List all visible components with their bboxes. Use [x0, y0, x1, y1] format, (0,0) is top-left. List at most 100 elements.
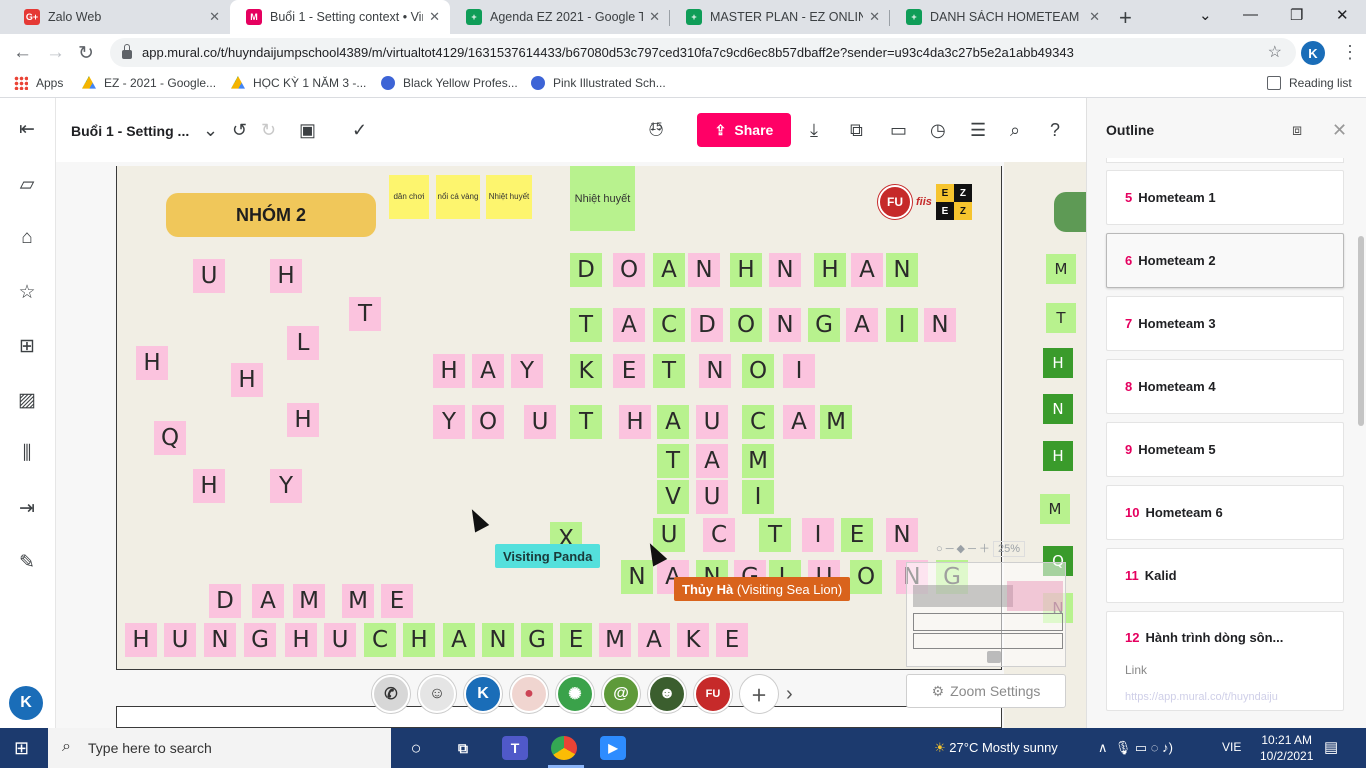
reload-icon[interactable]: ↻	[78, 42, 94, 65]
sticky-note[interactable]: dân chơi	[389, 175, 429, 219]
letter-tile[interactable]: H	[193, 469, 225, 503]
letter-tile[interactable]: H	[1043, 441, 1073, 471]
close-icon[interactable]: ✕	[1332, 120, 1347, 141]
letter-tile[interactable]: N	[1043, 394, 1073, 424]
bookmark-hoc-ky[interactable]: HỌC KỲ 1 NĂM 3 -...	[231, 76, 366, 90]
image-icon[interactable]: ▨	[16, 389, 38, 411]
letter-tile[interactable]: A	[443, 623, 475, 657]
teams-icon[interactable]: T	[502, 736, 528, 760]
letter-tile[interactable]: N	[886, 518, 918, 552]
fu-avatar[interactable]: FU	[694, 675, 732, 713]
letter-tile[interactable]: N	[204, 623, 236, 657]
library-icon[interactable]: ⫼	[16, 443, 38, 465]
letter-tile[interactable]: T	[653, 354, 685, 388]
close-icon[interactable]: ✕	[869, 9, 880, 25]
letter-tile[interactable]: Y	[270, 469, 302, 503]
sticky-note[interactable]: nổi cá vàng	[436, 175, 480, 219]
language-indicator[interactable]: VIE	[1222, 740, 1241, 754]
letter-tile[interactable]: M	[1046, 254, 1076, 284]
zoom-slider[interactable]: ○ ─ ◆ ─ ＋ 25%	[936, 540, 1026, 557]
letter-tile[interactable]: N	[886, 253, 918, 287]
letter-tile[interactable]: H	[403, 623, 435, 657]
sticky-note[interactable]: Nhiệt huyết	[570, 166, 635, 231]
link-url[interactable]: https://app.mural.co/t/huyndaiju	[1125, 691, 1278, 703]
collapse-panel-icon[interactable]: ⇤	[16, 118, 38, 140]
mural-canvas[interactable]: NHÓM 2 dân chơi nổi cá vàng Nhiệt huyết …	[56, 162, 1086, 728]
zoom-settings-button[interactable]: ⚙ Zoom Settings	[906, 674, 1066, 708]
close-icon[interactable]: ✕	[209, 9, 220, 25]
outline-item[interactable]: 11 Kalid	[1106, 548, 1344, 603]
tab-zalo[interactable]: G+ Zalo Web ✕	[8, 0, 230, 34]
outline-item[interactable]: 9 Hometeam 5	[1106, 422, 1344, 477]
present-icon[interactable]: ⧈	[1292, 122, 1302, 140]
import-icon[interactable]: ⇥	[16, 497, 38, 519]
letter-tile[interactable]: H	[231, 363, 263, 397]
letter-tile[interactable]: H	[270, 259, 302, 293]
letter-tile[interactable]: N	[482, 623, 514, 657]
letter-tile[interactable]: N	[769, 253, 801, 287]
outline-item-link[interactable]: 12 Hành trình dòng sôn... Link https://ap…	[1106, 611, 1344, 711]
letter-tile[interactable]: I	[886, 308, 918, 342]
letter-tile[interactable]: C	[653, 308, 685, 342]
letter-tile[interactable]: T	[570, 308, 602, 342]
zoom-app-icon[interactable]: ▶	[600, 736, 626, 760]
chrome-icon[interactable]	[551, 736, 577, 760]
outline-scrollbar[interactable]	[1358, 236, 1364, 426]
user-avatar[interactable]: K	[464, 675, 502, 713]
letter-tile[interactable]: U	[696, 480, 728, 514]
letter-tile[interactable]: U	[324, 623, 356, 657]
letter-tile[interactable]: N	[924, 308, 956, 342]
forward-icon[interactable]: →	[46, 42, 65, 64]
letter-tile[interactable]: N	[769, 308, 801, 342]
checkmark-icon[interactable]: ✓	[352, 120, 367, 141]
task-view-icon[interactable]: ⧉	[450, 736, 476, 760]
windows-start-icon[interactable]: ⊞	[14, 738, 29, 759]
redo-icon[interactable]: ↻	[261, 120, 276, 141]
letter-tile[interactable]: C	[364, 623, 396, 657]
restore-icon[interactable]: ❐	[1290, 6, 1303, 24]
bookmark-apps[interactable]: Apps	[14, 76, 63, 90]
letter-tile[interactable]: O	[730, 308, 762, 342]
outline-item[interactable]: 5 Hometeam 1	[1106, 170, 1344, 225]
letter-tile[interactable]: T	[759, 518, 791, 552]
letter-tile[interactable]: K	[570, 354, 602, 388]
letter-tile[interactable]: L	[287, 326, 319, 360]
letter-tile[interactable]: I	[783, 354, 815, 388]
letter-tile[interactable]: M	[742, 444, 774, 478]
letter-tile[interactable]: E	[381, 584, 413, 618]
letter-tile[interactable]: H	[125, 623, 157, 657]
outline-item[interactable]: 10 Hometeam 6	[1106, 485, 1344, 540]
frameworks-icon[interactable]: ⊞	[16, 335, 38, 357]
bookmark-black-yellow[interactable]: Black Yellow Profes...	[381, 76, 518, 90]
letter-tile[interactable]: N	[688, 253, 720, 287]
phone-icon[interactable]: ✆	[372, 675, 410, 713]
bookmark-star-icon[interactable]: ☆	[1268, 42, 1282, 62]
outline-item-selected[interactable]: 6 Hometeam 2	[1106, 233, 1344, 288]
letter-tile[interactable]: M	[342, 584, 374, 618]
letter-tile[interactable]: A	[783, 405, 815, 439]
letter-tile[interactable]: Y	[433, 405, 465, 439]
letter-tile[interactable]: A	[653, 253, 685, 287]
browser-menu-icon[interactable]: ⋮	[1341, 42, 1359, 63]
outline-frame-icon[interactable]: ▣	[299, 120, 316, 141]
back-icon[interactable]: ←	[13, 42, 32, 64]
window-close-icon[interactable]: ✕	[1336, 6, 1349, 24]
letter-tile[interactable]: H	[814, 253, 846, 287]
close-icon[interactable]: ✕	[649, 9, 660, 25]
tab-search-icon[interactable]: ⌄	[1199, 6, 1212, 24]
cortana-icon[interactable]: ○	[403, 736, 429, 760]
user-avatar[interactable]: K	[9, 686, 43, 720]
letter-tile[interactable]: O	[850, 560, 882, 594]
tab-danh-sach[interactable]: + DANH SÁCH HOMETEAM EZ ✕	[890, 0, 1110, 34]
mural-title[interactable]: Buổi 1 - Setting ...	[71, 123, 189, 139]
letter-tile[interactable]: U	[524, 405, 556, 439]
timer-icon[interactable]: ◷	[930, 120, 946, 141]
comment-icon[interactable]: ▭	[890, 120, 907, 141]
letter-tile[interactable]: E	[841, 518, 873, 552]
weather-widget[interactable]: ☀ 27°C Mostly sunny	[934, 740, 1058, 756]
photo-avatar[interactable]: ●	[510, 675, 548, 713]
letter-tile[interactable]: K	[677, 623, 709, 657]
letter-tile[interactable]: I	[742, 480, 774, 514]
minimize-icon[interactable]: —	[1243, 6, 1258, 23]
letter-tile[interactable]: H	[285, 623, 317, 657]
